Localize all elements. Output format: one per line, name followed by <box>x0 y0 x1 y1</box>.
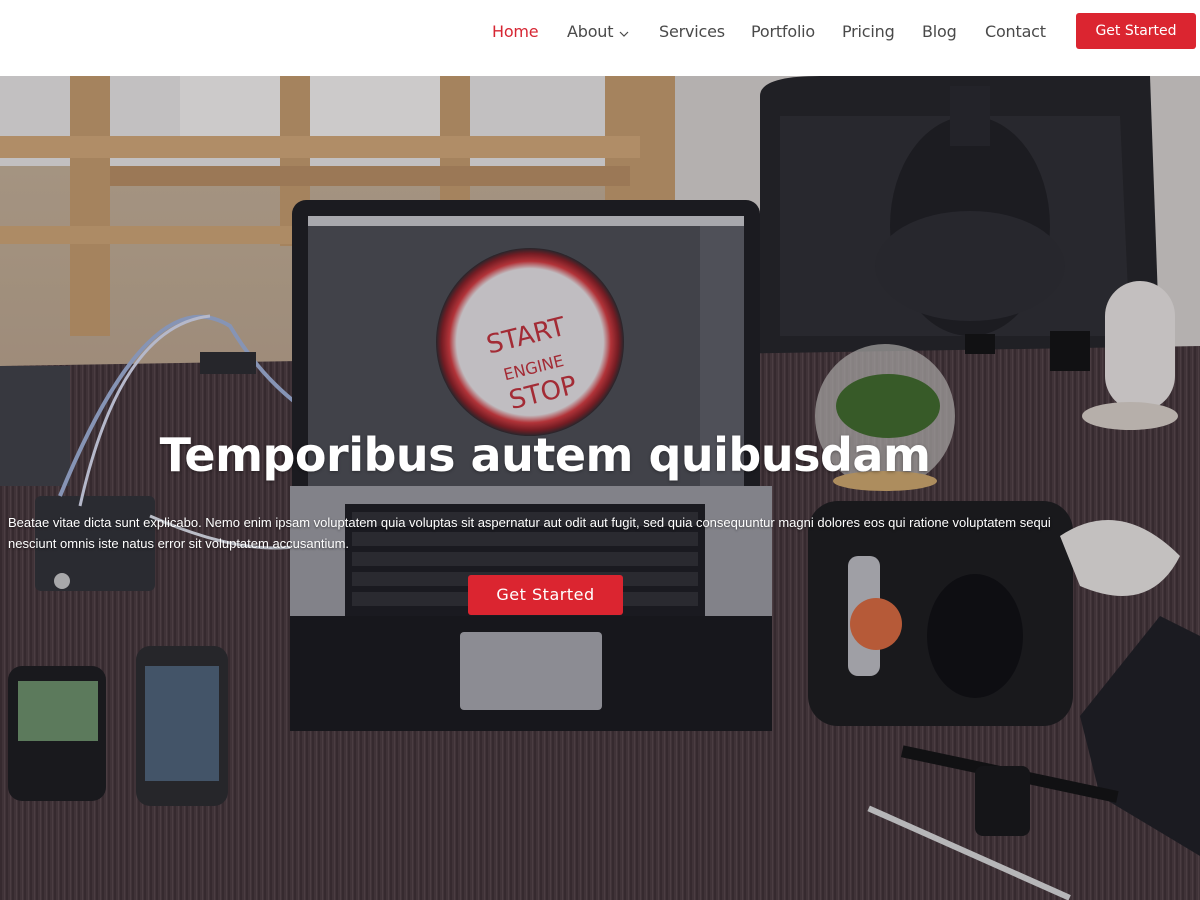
nav-portfolio[interactable]: Portfolio <box>751 20 815 44</box>
hero-overlay <box>0 76 1200 900</box>
hero-subtitle: Beatae vitae dicta sunt explicabo. Nemo … <box>8 515 1051 551</box>
nav-about-label: About <box>567 22 614 41</box>
nav-about[interactable]: About <box>567 20 629 44</box>
nav-blog[interactable]: Blog <box>922 20 957 44</box>
nav-contact[interactable]: Contact <box>985 20 1046 44</box>
get-started-header-button[interactable]: Get Started <box>1076 13 1196 49</box>
get-started-hero-button[interactable]: Get Started <box>468 575 623 615</box>
nav-services[interactable]: Services <box>659 20 725 44</box>
hero-section: START ENGINE STOP Temporibus autem quibu… <box>0 76 1200 900</box>
nav-home[interactable]: Home <box>492 20 539 44</box>
site-header: Home About Services Portfolio Pricing Bl… <box>0 0 1200 76</box>
chevron-down-icon <box>619 21 629 45</box>
nav-pricing[interactable]: Pricing <box>842 20 895 44</box>
hero-title: Temporibus autem quibusdam <box>159 428 931 482</box>
